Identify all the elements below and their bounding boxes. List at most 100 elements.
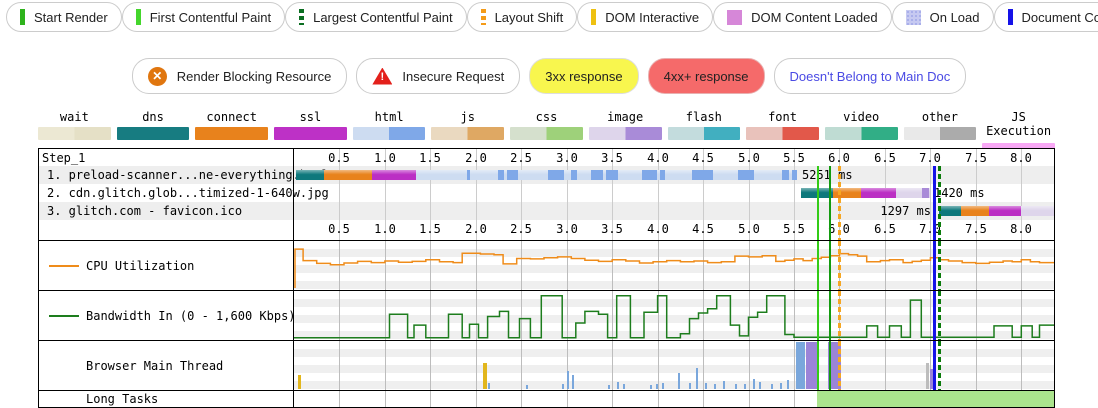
status-legend: ✕Render Blocking Resource !Insecure Requ… xyxy=(0,58,1098,94)
request-row-label[interactable]: 3. glitch.com - favicon.ico xyxy=(47,202,242,220)
gridline xyxy=(658,391,659,407)
largest-contentful-paint-marker-line xyxy=(938,291,941,340)
gridline xyxy=(749,341,750,390)
legend-label: Largest Contentful Paint xyxy=(313,10,452,25)
main-thread-activity-bar xyxy=(705,383,707,389)
mime-color-swatch-icon xyxy=(904,127,977,140)
main-thread-activity-bar xyxy=(723,381,725,389)
mime-type-wait: wait xyxy=(38,110,111,153)
time-axis-label: 2.0 xyxy=(461,151,491,165)
main-thread-activity-bar xyxy=(617,382,619,389)
mime-color-swatch-icon xyxy=(353,127,426,140)
main-thread-activity-bar xyxy=(608,385,610,389)
legend-label: 3xx response xyxy=(545,69,622,84)
mime-color-swatch-icon xyxy=(195,127,268,140)
layout-shift-marker-line xyxy=(838,241,841,290)
waterfall-table: 0.51.01.52.02.53.03.54.04.55.05.56.06.57… xyxy=(38,148,1055,241)
layout-shift-marker-line xyxy=(838,291,841,340)
mime-type-other: other xyxy=(904,110,977,153)
mime-type-ssl: ssl xyxy=(274,110,347,153)
webpagetest-waterfall-view: Start Render First Contentful Paint Larg… xyxy=(0,0,1098,408)
legend-insecure-request: !Insecure Request xyxy=(356,58,520,94)
legend-label: On Load xyxy=(930,10,980,25)
legend-label: First Contentful Paint xyxy=(150,10,271,25)
gridline xyxy=(476,391,477,407)
gridline xyxy=(703,391,704,407)
document-complete-marker-line xyxy=(933,291,936,340)
main-thread-activity-bar xyxy=(678,373,680,389)
legend-doesnt-belong-link[interactable]: Doesn't Belong to Main Doc xyxy=(774,58,967,94)
main-thread-row-label: Browser Main Thread xyxy=(39,341,293,390)
mime-color-swatch-icon xyxy=(746,127,819,140)
main-thread-activity-bar xyxy=(696,368,698,389)
legend-label: DOM Interactive xyxy=(605,10,699,25)
column-divider xyxy=(293,291,294,340)
gridline xyxy=(794,391,795,407)
gridline xyxy=(521,341,522,390)
main-thread-activity-bar xyxy=(623,384,625,389)
main-thread-activity-bar xyxy=(926,363,929,389)
start-render-marker-line xyxy=(817,166,819,240)
main-thread-activity-bar xyxy=(771,384,773,389)
legend-document-complete: Document Complete xyxy=(994,2,1098,32)
time-axis-label: 1.5 xyxy=(415,151,445,165)
main-thread-activity-bar xyxy=(562,384,564,389)
time-axis-label: 1.0 xyxy=(370,151,400,165)
lcp-marker-icon xyxy=(299,9,304,25)
gridline xyxy=(339,341,340,390)
step-label: Step_1 xyxy=(42,149,85,167)
waterfall-event-lines xyxy=(294,166,1054,240)
gridline xyxy=(612,391,613,407)
dom-content-loaded-marker-icon xyxy=(727,10,742,25)
long-tasks-row-label: Long Tasks xyxy=(39,391,293,407)
gridline xyxy=(976,341,977,390)
main-thread-activity-bar xyxy=(488,383,490,389)
main-thread-activity-bar xyxy=(744,384,746,389)
main-thread-activity-bar xyxy=(298,375,301,389)
time-axis-label: 3.5 xyxy=(597,151,627,165)
mime-color-swatch-icon xyxy=(274,127,347,140)
layout-shift-marker-line xyxy=(838,166,841,240)
legend-label: 4xx+ response xyxy=(664,69,749,84)
gridline xyxy=(567,391,568,407)
first-contentful-paint-marker-line xyxy=(829,241,831,290)
main-thread-activity-bar xyxy=(759,382,761,389)
legend-label: Insecure Request xyxy=(402,69,504,84)
mime-type-dns: dns xyxy=(117,110,190,153)
legend-layout-shift: Layout Shift xyxy=(467,2,578,32)
mime-type-image: image xyxy=(589,110,662,153)
legend-label: DOM Content Loaded xyxy=(751,10,877,25)
start-render-marker-line xyxy=(817,241,819,290)
time-axis-label: 3.0 xyxy=(552,151,582,165)
column-divider xyxy=(293,391,294,407)
bandwidth-label: Bandwidth In (0 - 1,600 Kbps) xyxy=(86,309,296,323)
legend-largest-contentful-paint: Largest Contentful Paint xyxy=(285,2,466,32)
legend-dom-interactive: DOM Interactive xyxy=(577,2,713,32)
main-thread-label: Browser Main Thread xyxy=(86,359,223,373)
start-render-marker-icon xyxy=(20,9,25,25)
mime-color-swatch-icon xyxy=(825,127,898,140)
long-task-block xyxy=(817,391,1054,407)
legend-4xx-response: 4xx+ response xyxy=(648,58,765,94)
main-thread-chart xyxy=(294,341,1054,390)
main-thread-activity-bar xyxy=(650,385,652,389)
time-axis-label: 6.5 xyxy=(870,151,900,165)
main-thread-activity-bar xyxy=(689,383,691,389)
legend-label: Document Complete xyxy=(1022,10,1098,25)
legend-dom-content-loaded: DOM Content Loaded xyxy=(713,2,891,32)
document-complete-marker-line xyxy=(933,166,936,240)
legend-3xx-response: 3xx response xyxy=(529,58,638,94)
mime-color-swatch-icon xyxy=(589,127,662,140)
document-complete-marker-line xyxy=(933,241,936,290)
column-divider xyxy=(293,241,294,290)
mime-type-js-execution: JS Execution xyxy=(982,110,1055,153)
request-row-label[interactable]: 1. preload-scanner...ne-everything.html xyxy=(47,166,329,184)
main-thread-activity-bar xyxy=(572,375,574,389)
legend-label: Start Render xyxy=(34,10,108,25)
gridline xyxy=(430,341,431,390)
time-axis-label: 6.0 xyxy=(824,151,854,165)
request-row-label[interactable]: 2. cdn.glitch.glob...timized-1-640w.jpg xyxy=(47,184,329,202)
largest-contentful-paint-marker-line xyxy=(938,341,941,390)
bandwidth-row-label: Bandwidth In (0 - 1,600 Kbps) xyxy=(39,291,293,340)
long-tasks-chart xyxy=(294,391,1054,407)
